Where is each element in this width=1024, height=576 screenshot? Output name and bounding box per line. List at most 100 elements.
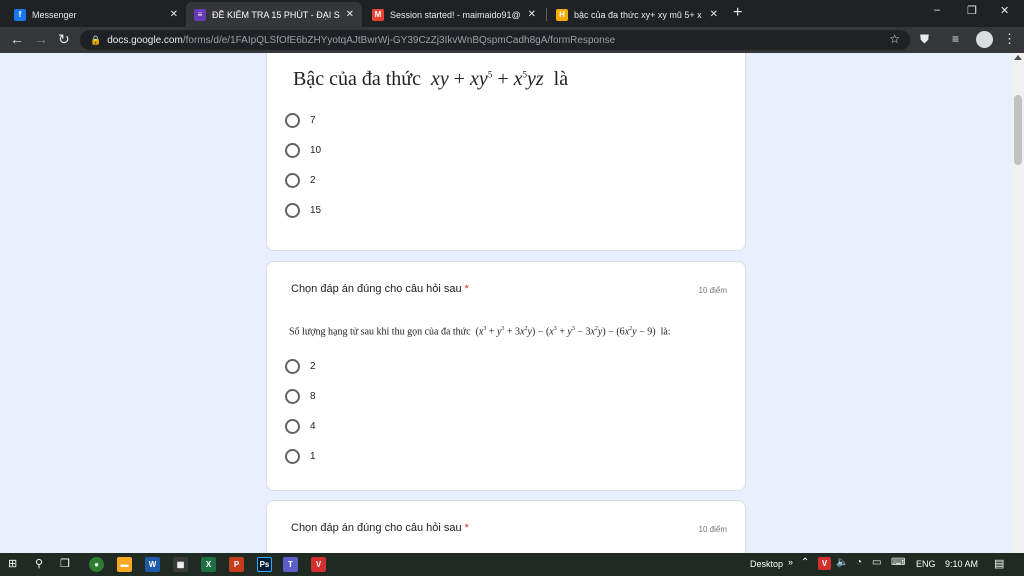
close-icon[interactable]: ✕ — [528, 9, 536, 20]
app-icon[interactable]: ▦ — [173, 557, 188, 572]
option-10[interactable]: 10 — [285, 140, 321, 160]
windows-start-icon[interactable]: ⊞ — [8, 557, 17, 570]
notifications-icon[interactable]: ▤ — [994, 557, 1004, 570]
speaker-icon[interactable]: 🔈 — [836, 557, 848, 568]
browser-toolbar: ← → ↻ 🔒 docs.google.com/forms/d/e/1FAIpQ… — [0, 27, 1024, 53]
tab-gmail[interactable]: M Session started! - maimaido91@ ✕ — [364, 2, 544, 27]
task-view-icon[interactable]: ❒ — [60, 557, 70, 570]
keyboard-icon[interactable]: ⌨ — [891, 557, 905, 568]
close-icon[interactable]: ✕ — [710, 9, 718, 20]
question-card-1: Bậc của đa thức xy + xy5 + x5yz là 7 10 … — [266, 53, 746, 251]
question-points: 10 điểm — [698, 286, 727, 295]
page-content: Bậc của đa thức xy + xy5 + x5yz là 7 10 … — [0, 53, 1012, 553]
required-mark: * — [464, 283, 469, 295]
shield-extension-icon[interactable]: ⛊ — [920, 32, 929, 47]
chevron-double-right-icon[interactable]: » — [788, 557, 793, 567]
battery-icon[interactable]: ▭ — [872, 557, 881, 568]
radio-button[interactable] — [285, 358, 300, 374]
profile-avatar[interactable] — [976, 31, 993, 48]
option-label: 2 — [310, 360, 316, 372]
forward-arrow-icon[interactable]: → — [34, 31, 48, 47]
scrollbar-thumb[interactable] — [1014, 95, 1022, 165]
excel-icon[interactable]: X — [201, 557, 216, 572]
wifi-icon[interactable]: ◔ — [856, 557, 862, 568]
maximize-button[interactable]: ❐ — [967, 4, 977, 17]
radio-button[interactable] — [285, 418, 300, 434]
radio-button[interactable] — [285, 112, 300, 128]
question-title: Chọn đáp án đúng cho câu hỏi sau * — [291, 522, 469, 534]
question-1-prompt: Bậc của đa thức xy + xy5 + x5yz là — [293, 68, 569, 90]
search-icon[interactable]: ⚲ — [35, 557, 43, 570]
radio-button[interactable] — [285, 448, 300, 464]
gmail-icon: M — [372, 8, 384, 21]
question-card-3: Chọn đáp án đúng cho câu hỏi sau * 10 điể… — [266, 500, 746, 553]
teams-icon[interactable]: T — [283, 557, 298, 572]
desktop-toolbar-label[interactable]: Desktop — [750, 559, 783, 569]
more-menu-icon[interactable]: ⋮ — [1003, 31, 1016, 47]
question-2-prompt: Số lượng hạng tử sau khi thu gọn của đa … — [289, 326, 671, 338]
close-window-button[interactable]: ✕ — [1000, 4, 1009, 17]
tab-title: ĐỀ KIỂM TRA 15 PHÚT - ĐẠI SỐ 7 — [212, 9, 340, 20]
option-4[interactable]: 4 — [285, 416, 316, 436]
option-1[interactable]: 1 — [285, 446, 316, 466]
question-title-text: Chọn đáp án đúng cho câu hỏi sau — [291, 522, 462, 534]
file-explorer-icon[interactable]: ▬ — [117, 557, 132, 572]
option-label: 4 — [310, 420, 316, 432]
tab-hoc24[interactable]: H bậc của đa thức xy+ xy mũ 5+ x mũ ✕ — [548, 2, 726, 27]
tab-title: Session started! - maimaido91@ — [390, 9, 521, 20]
radio-button[interactable] — [285, 172, 300, 188]
radio-button[interactable] — [285, 388, 300, 404]
google-forms-icon: ≡ — [194, 8, 206, 21]
option-2[interactable]: 2 — [285, 356, 316, 376]
option-label: 8 — [310, 390, 316, 402]
option-label: 10 — [310, 144, 322, 156]
reading-list-icon[interactable]: ≡ — [952, 32, 959, 46]
clock[interactable]: 9:10 AM — [945, 559, 978, 569]
radio-button[interactable] — [285, 142, 300, 158]
tab-google-form[interactable]: ≡ ĐỀ KIỂM TRA 15 PHÚT - ĐẠI SỐ 7 ✕ — [186, 2, 362, 27]
address-bar[interactable]: 🔒 docs.google.com/forms/d/e/1FAIpQLSfOfE… — [80, 30, 910, 50]
required-mark: * — [464, 522, 469, 534]
minimize-button[interactable]: – — [934, 4, 940, 16]
question-card-2: Chọn đáp án đúng cho câu hỏi sau * 10 điể… — [266, 261, 746, 491]
tab-title: bậc của đa thức xy+ xy mũ 5+ x mũ — [574, 9, 704, 20]
url-host: docs.google.com — [107, 34, 183, 46]
language-indicator[interactable]: ENG — [916, 559, 936, 569]
lock-icon: 🔒 — [90, 34, 102, 45]
question-title-text: Chọn đáp án đúng cho câu hỏi sau — [291, 283, 462, 295]
question-title: Chọn đáp án đúng cho câu hỏi sau * — [291, 283, 469, 295]
word-icon[interactable]: W — [145, 557, 160, 572]
close-icon[interactable]: ✕ — [346, 9, 354, 20]
photoshop-icon[interactable]: Ps — [257, 557, 272, 572]
powerpoint-icon[interactable]: P — [229, 557, 244, 572]
windows-taskbar: ⊞ ⚲ ❒ ● ▬ W ▦ X P Ps T V Desktop » ⌃ V 🔈… — [0, 553, 1024, 576]
scroll-up-arrow-icon[interactable] — [1014, 55, 1022, 60]
url-path: /forms/d/e/1FAIpQLSfOfE6bZHYyotqAJtBwrWj… — [182, 34, 616, 46]
tray-app-icon[interactable]: V — [818, 557, 831, 570]
option-15[interactable]: 15 — [285, 200, 321, 220]
option-label: 1 — [310, 450, 316, 462]
reload-icon[interactable]: ↻ — [58, 31, 70, 48]
chevron-up-icon[interactable]: ⌃ — [801, 557, 809, 568]
bookmark-star-icon[interactable]: ☆ — [889, 32, 900, 46]
facebook-icon: f — [14, 8, 26, 21]
tab-separator — [546, 8, 547, 21]
question-2-prompt-text: Số lượng hạng tử sau khi thu gọn của đa … — [289, 326, 471, 338]
option-8[interactable]: 8 — [285, 386, 316, 406]
tab-messenger[interactable]: f Messenger ✕ — [6, 2, 186, 27]
option-2[interactable]: 2 — [285, 170, 316, 190]
tab-strip: f Messenger ✕ ≡ ĐỀ KIỂM TRA 15 PHÚT - ĐẠ… — [0, 0, 1024, 27]
back-arrow-icon[interactable]: ← — [10, 31, 24, 47]
option-7[interactable]: 7 — [285, 110, 316, 130]
option-label: 2 — [310, 174, 316, 186]
option-label: 15 — [310, 204, 322, 216]
close-icon[interactable]: ✕ — [170, 9, 178, 20]
page-scrollbar[interactable] — [1012, 53, 1024, 553]
radio-button[interactable] — [285, 202, 300, 218]
new-tab-button[interactable]: + — [733, 4, 742, 22]
hoc24-icon: H — [556, 8, 568, 21]
option-label: 7 — [310, 114, 316, 126]
chrome-icon[interactable]: ● — [89, 557, 104, 572]
tab-title: Messenger — [32, 9, 77, 20]
vivaldi-icon[interactable]: V — [311, 557, 326, 572]
